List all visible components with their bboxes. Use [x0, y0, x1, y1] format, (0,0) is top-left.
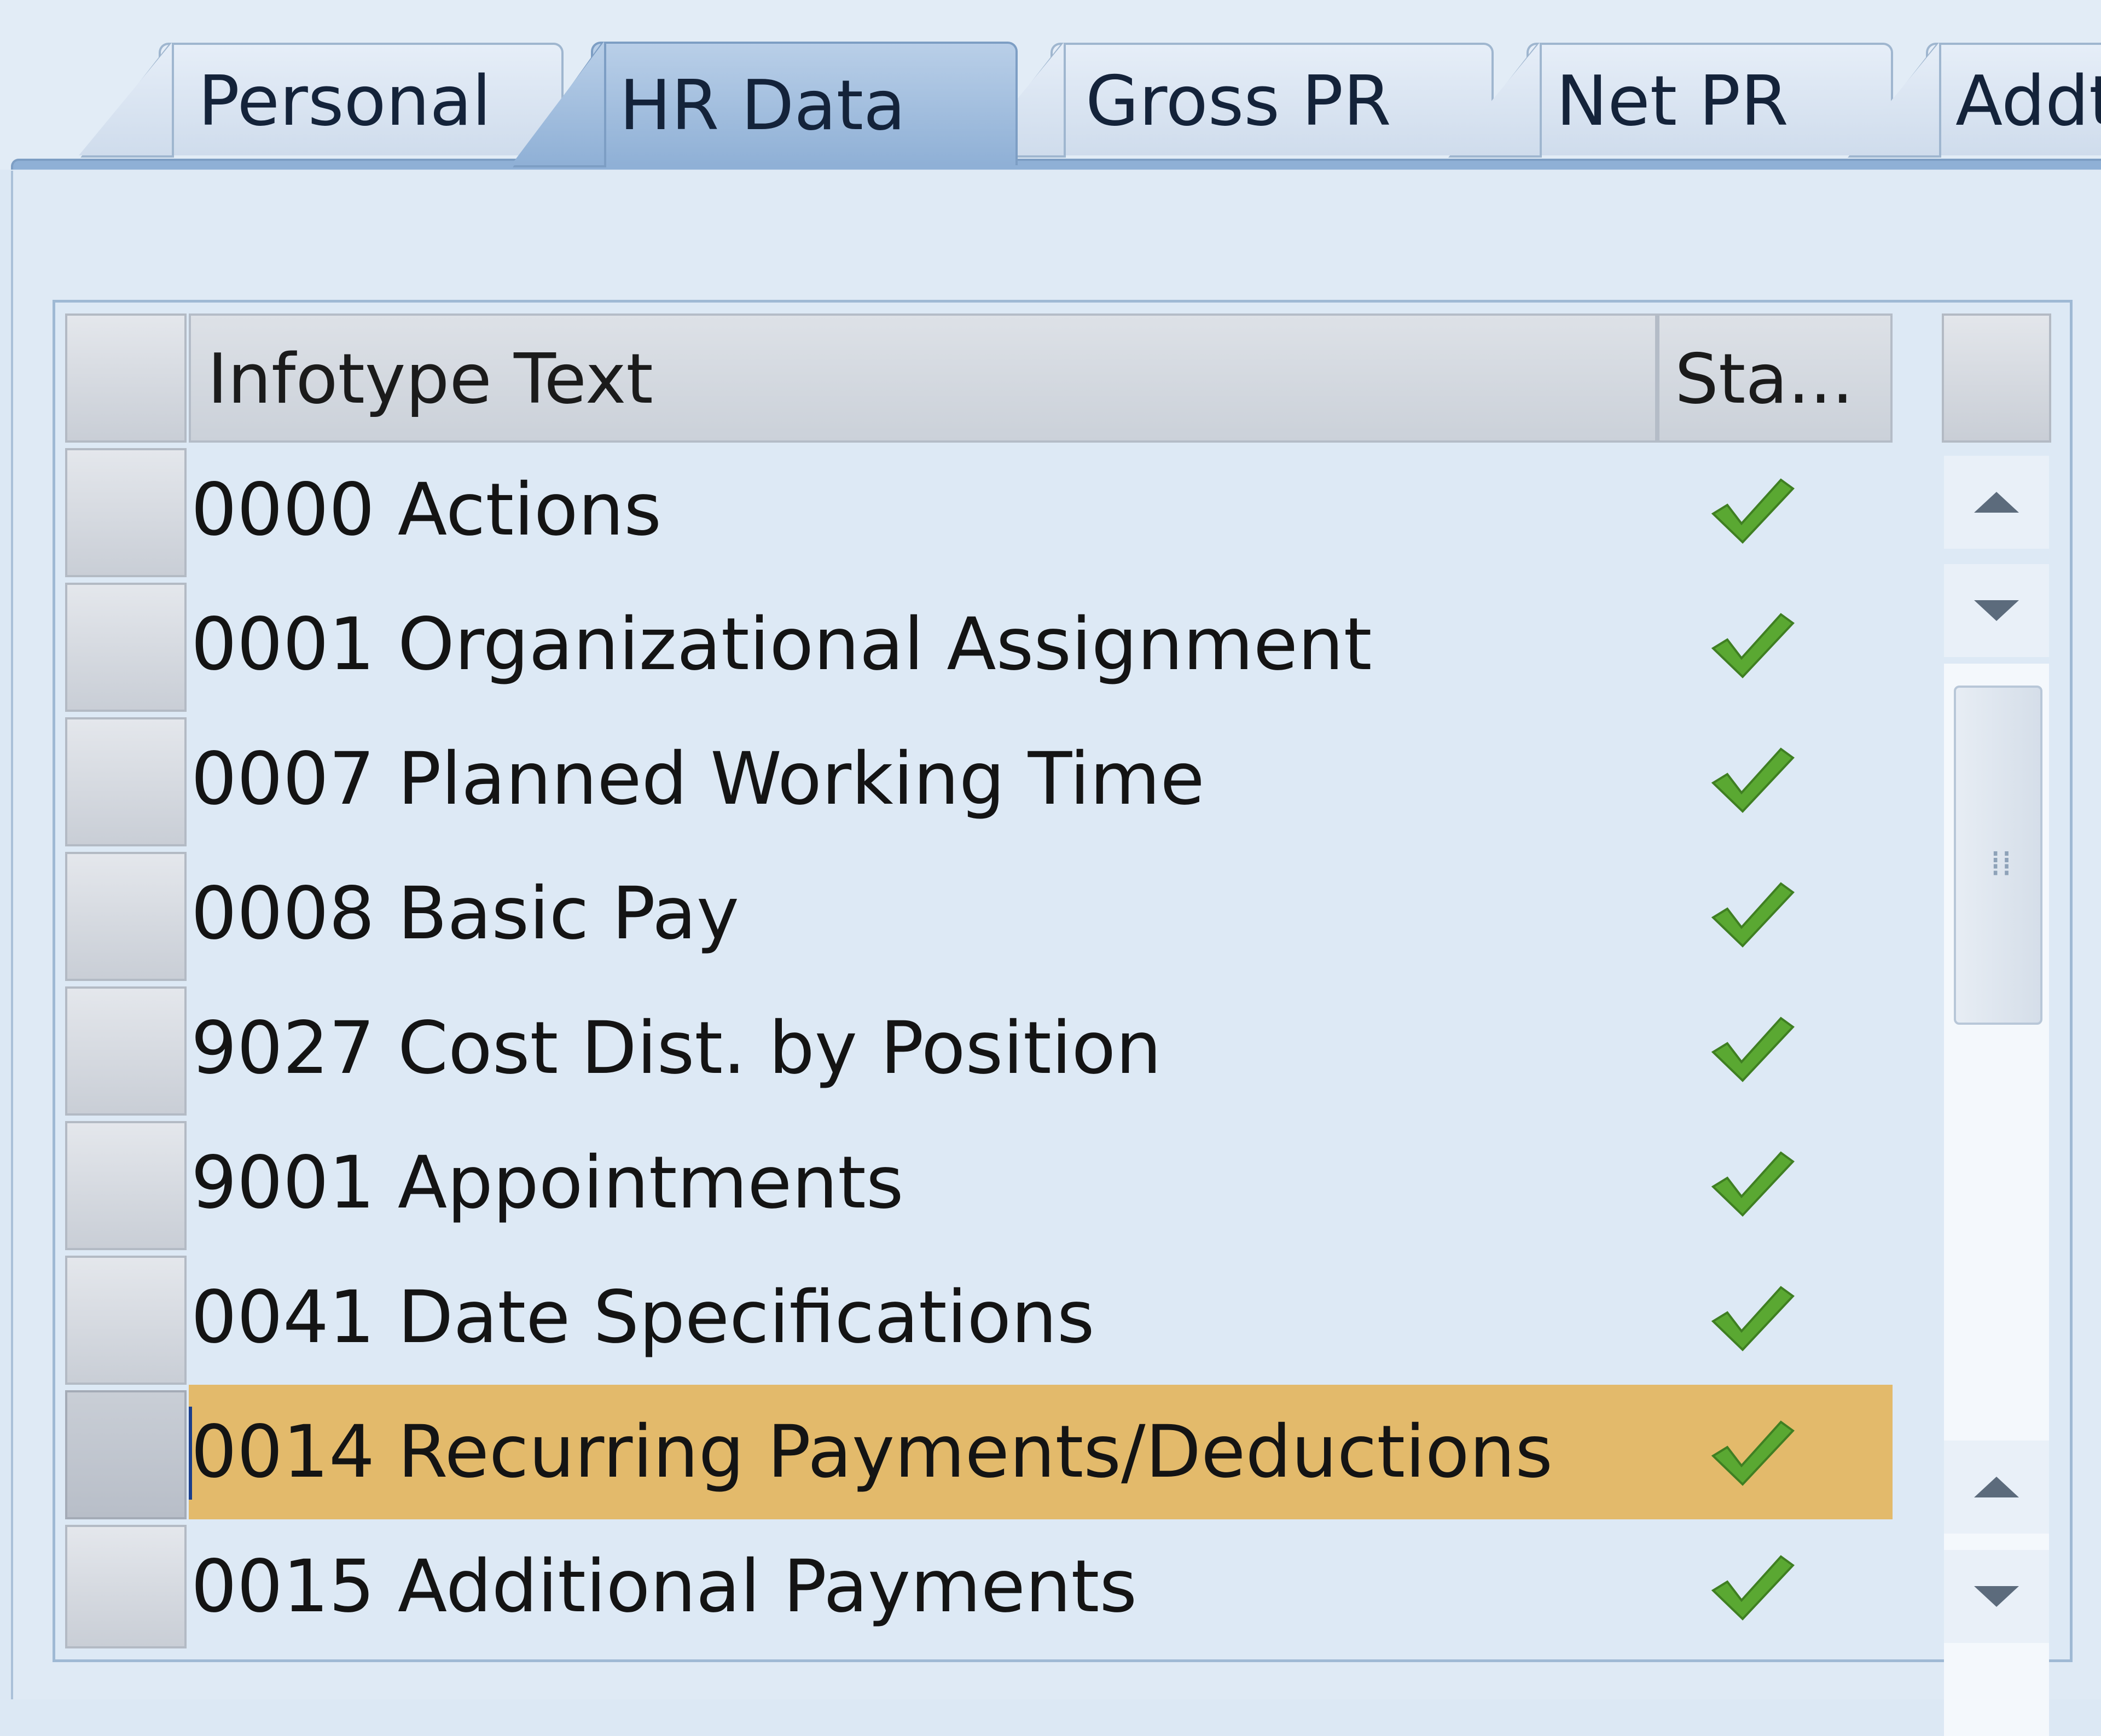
- scroll-line-down-button[interactable]: [1944, 564, 2049, 657]
- tab-gross-pr[interactable]: Gross PR: [968, 43, 1494, 158]
- infotype-text-cell: 0008 Basic Pay: [191, 872, 739, 956]
- infotype-text-cell: 0000 Actions: [191, 468, 662, 552]
- row-selector[interactable]: [65, 1256, 187, 1385]
- tab-net-pr[interactable]: Net PR: [1444, 43, 1893, 158]
- tab-addt[interactable]: Addt: [1844, 43, 2101, 158]
- row-selector[interactable]: [65, 583, 187, 712]
- tab-hr-data[interactable]: HR Data: [509, 42, 1018, 167]
- tab-label: Net PR: [1556, 61, 1789, 141]
- table-row[interactable]: 9001 Appointments: [189, 1116, 1893, 1250]
- tab-label: HR Data: [619, 65, 906, 146]
- table-row[interactable]: 0001 Organizational Assignment: [189, 577, 1893, 712]
- table-row[interactable]: 0041 Date Specifications: [189, 1250, 1893, 1385]
- check-icon: [1711, 882, 1795, 948]
- check-icon: [1711, 1017, 1795, 1082]
- chevron-down-icon: [1974, 1586, 2019, 1607]
- row-selector[interactable]: [65, 448, 187, 577]
- infotype-text-cell: 0015 Additional Payments: [191, 1545, 1137, 1629]
- scroll-page-up-button[interactable]: [1944, 456, 2049, 549]
- table-row[interactable]: 9027 Cost Dist. by Position: [189, 981, 1893, 1116]
- tab-label: Addt: [1955, 61, 2101, 141]
- tab-label: Personal: [198, 61, 491, 141]
- column-header-status[interactable]: Sta...: [1657, 313, 1893, 443]
- scroll-line-up-button[interactable]: [1944, 1441, 2049, 1534]
- chevron-up-icon: [1974, 1477, 2019, 1497]
- scrollbar-thumb[interactable]: ⁞⁞: [1954, 686, 2042, 1025]
- check-icon: [1711, 747, 1795, 813]
- table-row-selected[interactable]: 0014 Recurring Payments/Deductions: [189, 1385, 1893, 1519]
- infotype-text-cell: 0001 Organizational Assignment: [191, 602, 1372, 687]
- check-icon: [1711, 1286, 1795, 1351]
- infotype-table: Infotype Text Sta... 0000 Actions 0001 O…: [53, 300, 2073, 1736]
- chevron-up-icon: [1974, 492, 2019, 513]
- infotype-text-cell: 9027 Cost Dist. by Position: [191, 1006, 1162, 1090]
- tab-strip-underline: [11, 159, 2101, 170]
- check-icon: [1711, 1555, 1795, 1621]
- row-selector[interactable]: [65, 1525, 187, 1648]
- infotype-text-cell: 9001 Appointments: [191, 1141, 904, 1225]
- infotype-text-cell: 0014 Recurring Payments/Deductions: [191, 1410, 1553, 1494]
- column-header-infotype-text[interactable]: Infotype Text: [189, 313, 1657, 443]
- row-selector[interactable]: [65, 1390, 187, 1519]
- row-selector[interactable]: [65, 852, 187, 981]
- tab-personal[interactable]: Personal: [77, 43, 564, 158]
- table-row[interactable]: 0007 Planned Working Time: [189, 712, 1893, 846]
- table-row[interactable]: 0008 Basic Pay: [189, 846, 1893, 981]
- row-selector[interactable]: [65, 1121, 187, 1250]
- infotype-text-cell: 0041 Date Specifications: [191, 1275, 1095, 1360]
- row-selector[interactable]: [65, 717, 187, 846]
- table-row[interactable]: 0015 Additional Payments: [189, 1519, 1893, 1654]
- grip-icon: ⁞⁞: [1990, 844, 2012, 884]
- check-icon: [1711, 1420, 1795, 1486]
- check-icon: [1711, 1151, 1795, 1217]
- row-selector[interactable]: [65, 986, 187, 1116]
- tab-strip: Personal HR Data Gross PR Net PR Addt: [0, 0, 2101, 170]
- tab-label: Gross PR: [1086, 61, 1391, 141]
- infotype-text-cell: 0007 Planned Working Time: [191, 737, 1205, 821]
- check-icon: [1711, 478, 1795, 544]
- scroll-page-down-button[interactable]: [1944, 1550, 2049, 1643]
- check-icon: [1711, 613, 1795, 678]
- column-settings-button[interactable]: [1942, 313, 2051, 443]
- table-row[interactable]: 0000 Actions: [189, 443, 1893, 577]
- select-all-button[interactable]: [65, 313, 187, 443]
- chevron-down-icon: [1974, 600, 2019, 621]
- vertical-scrollbar[interactable]: ⁞⁞: [1942, 313, 2057, 1736]
